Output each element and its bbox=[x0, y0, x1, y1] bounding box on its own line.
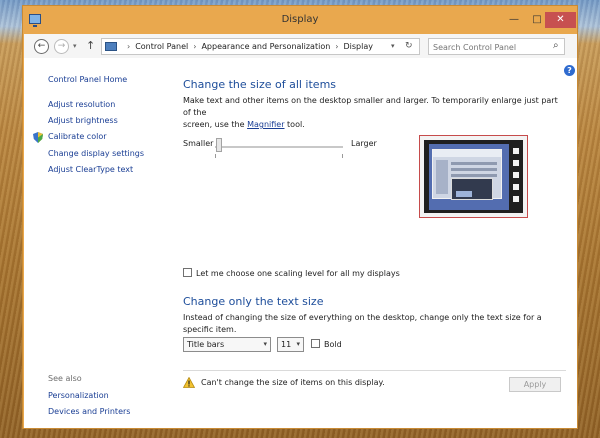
section-description-all-items: Make text and other items on the desktop… bbox=[183, 95, 563, 131]
preview-window-titlebar bbox=[433, 150, 501, 157]
adjust-resolution-link[interactable]: Adjust resolution bbox=[48, 100, 115, 109]
breadcrumb-separator[interactable]: › bbox=[127, 42, 130, 51]
breadcrumb-control-panel[interactable]: Control Panel bbox=[135, 42, 188, 51]
change-display-settings-link[interactable]: Change display settings bbox=[48, 149, 144, 158]
slider-label-larger: Larger bbox=[351, 139, 377, 148]
bold-checkbox[interactable] bbox=[311, 339, 320, 348]
chevron-down-icon: ▾ bbox=[296, 340, 300, 348]
apply-button[interactable]: Apply bbox=[509, 377, 561, 392]
section-heading-text-size: Change only the text size bbox=[183, 295, 324, 308]
calibrate-color-link[interactable]: Calibrate color bbox=[48, 132, 107, 141]
breadcrumb-appearance[interactable]: Appearance and Personalization bbox=[201, 42, 330, 51]
preview-window-row bbox=[451, 168, 497, 171]
search-box[interactable]: ⌕ bbox=[428, 38, 565, 55]
breadcrumb-separator[interactable]: › bbox=[335, 42, 338, 51]
font-size-select[interactable]: 11 ▾ bbox=[277, 337, 304, 352]
preview-window-row bbox=[451, 162, 497, 165]
magnifier-link[interactable]: Magnifier bbox=[247, 120, 284, 129]
preview-charm-icon bbox=[513, 196, 519, 202]
description-line-1: Make text and other items on the desktop… bbox=[183, 96, 558, 117]
adjust-cleartype-link[interactable]: Adjust ClearType text bbox=[48, 165, 133, 174]
section-description-text-size: Instead of changing the size of everythi… bbox=[183, 313, 542, 334]
bold-option[interactable]: Bold bbox=[311, 339, 342, 349]
left-navigation-pane: Control Panel Home Adjust resolution Adj… bbox=[24, 58, 174, 428]
address-dropdown-icon[interactable]: ▾ bbox=[391, 42, 395, 50]
search-input[interactable] bbox=[433, 41, 545, 53]
control-panel-home-link[interactable]: Control Panel Home bbox=[48, 75, 127, 84]
display-preview bbox=[419, 135, 528, 218]
breadcrumb-path: › Control Panel › Appearance and Personaliz… bbox=[122, 42, 373, 51]
scaling-level-label[interactable]: Let me choose one scaling level for all … bbox=[196, 269, 400, 278]
title-bar[interactable]: Display — □ ✕ bbox=[23, 6, 577, 34]
scaling-level-checkbox[interactable] bbox=[183, 268, 192, 277]
devices-and-printers-link[interactable]: Devices and Printers bbox=[48, 407, 130, 416]
size-slider-track[interactable] bbox=[215, 146, 343, 148]
footer-divider bbox=[183, 370, 566, 371]
warning-icon bbox=[183, 377, 195, 388]
address-bar: ← → ▾ ↑ › Control Panel › Appearance and Pe… bbox=[24, 34, 577, 58]
bold-label[interactable]: Bold bbox=[324, 340, 342, 349]
size-slider-thumb[interactable] bbox=[216, 138, 222, 152]
scaling-level-option[interactable]: Let me choose one scaling level for all … bbox=[183, 268, 400, 278]
preview-charm-icon bbox=[513, 172, 519, 178]
size-slider-ticks bbox=[215, 154, 343, 158]
search-icon[interactable]: ⌕ bbox=[553, 40, 559, 51]
up-level-icon[interactable]: ↑ bbox=[86, 39, 95, 52]
font-size-value: 11 bbox=[281, 340, 292, 349]
control-panel-icon bbox=[105, 42, 117, 51]
forward-button[interactable]: → bbox=[54, 39, 69, 54]
text-item-value: Title bars bbox=[187, 340, 225, 349]
section-heading-all-items: Change the size of all items bbox=[183, 78, 337, 91]
preview-desktop bbox=[429, 144, 509, 210]
minimize-button[interactable]: — bbox=[503, 12, 525, 28]
breadcrumb[interactable]: › Control Panel › Appearance and Personaliz… bbox=[101, 38, 420, 55]
preview-charm-icon bbox=[513, 160, 519, 166]
description-line-2: screen, use the bbox=[183, 120, 248, 129]
description-line-2-end: tool. bbox=[284, 120, 305, 129]
chevron-down-icon: ▾ bbox=[263, 340, 267, 348]
see-also-label: See also bbox=[48, 374, 82, 383]
display-window: Display — □ ✕ ← → ▾ ↑ › Control Panel › App… bbox=[22, 5, 578, 429]
preview-window-sidebar bbox=[436, 160, 448, 194]
back-button[interactable]: ← bbox=[34, 39, 49, 54]
help-icon[interactable]: ? bbox=[564, 65, 575, 76]
preview-charm-icon bbox=[513, 148, 519, 154]
slider-label-smaller: Smaller bbox=[183, 139, 214, 148]
warning-message: Can't change the size of items on this d… bbox=[201, 378, 385, 387]
window-title: Display bbox=[281, 14, 319, 25]
shield-icon bbox=[33, 132, 43, 143]
preview-dialog-button bbox=[456, 191, 472, 197]
close-button[interactable]: ✕ bbox=[545, 12, 576, 28]
breadcrumb-display[interactable]: Display bbox=[343, 42, 373, 51]
preview-screen bbox=[424, 140, 523, 213]
refresh-icon[interactable]: ↻ bbox=[405, 41, 413, 51]
personalization-link[interactable]: Personalization bbox=[48, 391, 109, 400]
preview-window-row bbox=[451, 174, 497, 177]
preview-dialog bbox=[451, 178, 493, 200]
recent-locations-icon[interactable]: ▾ bbox=[73, 42, 77, 50]
adjust-brightness-link[interactable]: Adjust brightness bbox=[48, 116, 118, 125]
text-item-select[interactable]: Title bars ▾ bbox=[183, 337, 271, 352]
preview-charm-icon bbox=[513, 184, 519, 190]
breadcrumb-separator[interactable]: › bbox=[193, 42, 196, 51]
content-area: Control Panel Home Adjust resolution Adj… bbox=[24, 58, 577, 428]
